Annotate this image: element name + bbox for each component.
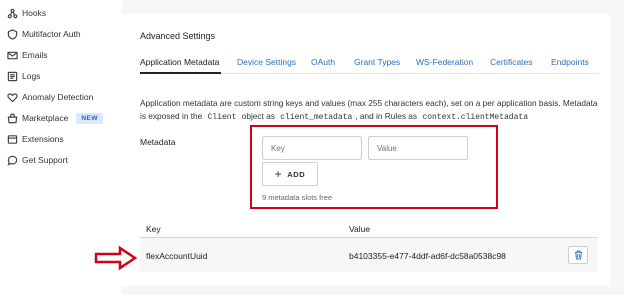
tab-device-settings[interactable]: Device Settings: [237, 57, 296, 67]
heart-icon: [6, 91, 18, 103]
tab-grant-types[interactable]: Grant Types: [354, 57, 400, 67]
sidebar-item-label: Multifactor Auth: [22, 29, 81, 39]
tab-application-metadata[interactable]: Application Metadata: [140, 57, 219, 67]
hooks-icon: [6, 7, 18, 19]
tab-oauth[interactable]: OAuth: [311, 57, 335, 67]
extensions-icon: [6, 133, 18, 145]
sidebar-item-anomaly-detection[interactable]: Anomaly Detection: [6, 88, 93, 106]
red-arrow-annotation: [94, 245, 138, 271]
description-text: object as: [241, 111, 275, 121]
sidebar-item-extensions[interactable]: Extensions: [6, 130, 64, 148]
sidebar-item-marketplace[interactable]: Marketplace NEW: [6, 109, 103, 127]
sidebar-item-hooks[interactable]: Hooks: [6, 4, 46, 22]
sidebar-item-label: Logs: [22, 71, 41, 81]
metadata-label: Metadata: [140, 137, 176, 147]
active-tab-indicator: [140, 72, 221, 74]
sidebar-item-label: Hooks: [22, 8, 47, 18]
trash-icon: [574, 250, 582, 260]
metadata-description: Application metadata are custom string k…: [140, 97, 600, 124]
sidebar-item-label: Marketplace: [22, 113, 69, 123]
sidebar-item-label: Get Support: [22, 155, 68, 165]
red-highlight-box: [250, 125, 498, 209]
metadata-value-cell: b4103355-e477-4ddf-ad6f-dc58a0538c98: [349, 251, 506, 261]
code-context-client-metadata: context.clientMetadata: [422, 113, 529, 122]
sidebar-item-label: Extensions: [22, 134, 64, 144]
new-badge: NEW: [76, 112, 103, 124]
shield-icon: [6, 28, 18, 40]
tab-certificates[interactable]: Certificates: [490, 57, 533, 67]
envelope-icon: [6, 49, 18, 61]
tab-endpoints[interactable]: Endpoints: [551, 57, 589, 67]
chat-icon: [6, 154, 18, 166]
sidebar-item-logs[interactable]: Logs: [6, 67, 40, 85]
tab-ws-federation[interactable]: WS-Federation: [416, 57, 473, 67]
sidebar-item-get-support[interactable]: Get Support: [6, 151, 68, 169]
delete-metadata-button[interactable]: [568, 246, 588, 264]
sidebar-item-emails[interactable]: Emails: [6, 46, 48, 64]
code-client-metadata: client_metadata: [280, 113, 353, 122]
column-header-value: Value: [349, 224, 371, 234]
metadata-key-cell: flexAccountUuid: [146, 251, 208, 261]
marketplace-icon: [6, 112, 18, 124]
logs-icon: [6, 70, 18, 82]
code-client: Client: [207, 113, 237, 122]
section-title: Advanced Settings: [140, 31, 216, 41]
description-text: , and in Rules as: [355, 111, 418, 121]
sidebar-item-label: Emails: [22, 50, 48, 60]
sidebar-item-label: Anomaly Detection: [22, 92, 94, 102]
sidebar-item-multifactor-auth[interactable]: Multifactor Auth: [6, 25, 81, 43]
column-header-key: Key: [146, 224, 161, 234]
